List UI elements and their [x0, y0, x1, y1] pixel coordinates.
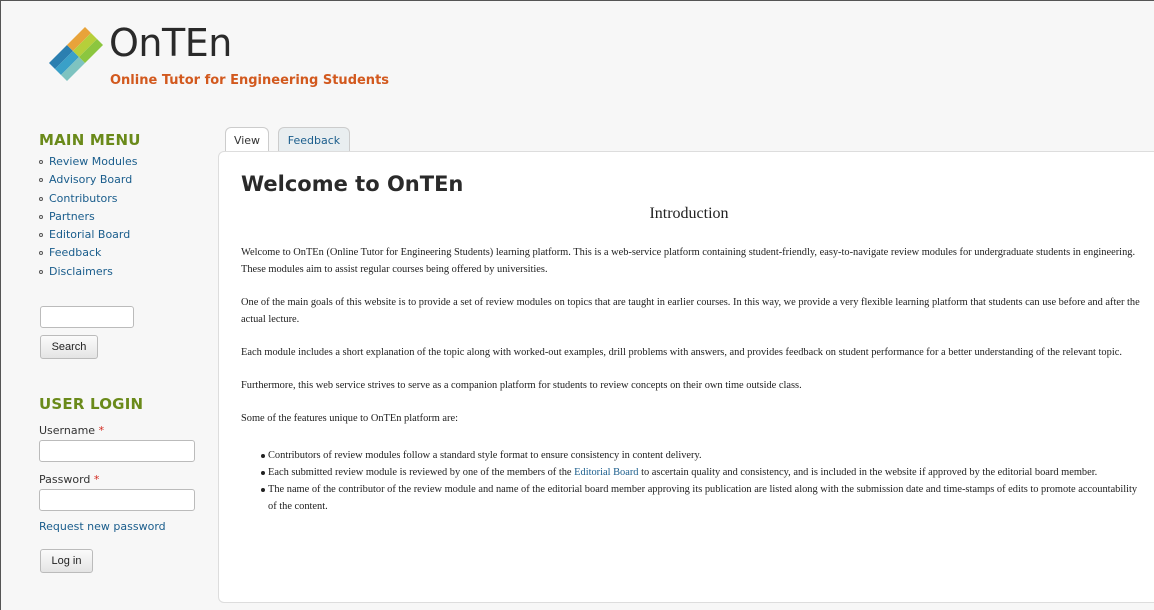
list-item: The name of the contributor of the revie… [261, 481, 1146, 515]
bullet-icon [39, 196, 43, 201]
tab-view[interactable]: View [225, 127, 269, 152]
feature-text: The name of the contributor of the revie… [268, 484, 1138, 512]
features-list: Contributors of review modules follow a … [241, 447, 1146, 515]
username-label-text: Username [39, 424, 96, 437]
password-field[interactable] [39, 489, 195, 511]
paragraph: Some of the features unique to OnTEn pla… [241, 413, 458, 424]
request-new-password-link[interactable]: Request new password [39, 520, 209, 533]
paragraph: Each module includes a short explanation… [241, 347, 1122, 358]
required-marker: * [98, 424, 105, 437]
paragraph: Furthermore, this web service strives to… [241, 380, 802, 391]
bullet-icon [261, 454, 265, 458]
menu-item-label[interactable]: Disclaimers [49, 265, 113, 278]
list-item: Contributors of review modules follow a … [261, 447, 1146, 464]
required-marker: * [93, 473, 100, 486]
content-body: Welcome to OnTEn (Online Tutor for Engin… [241, 244, 1146, 515]
password-label-text: Password [39, 473, 91, 486]
bullet-icon [39, 233, 43, 238]
menu-item-disclaimers[interactable]: Disclaimers [39, 263, 209, 281]
menu-item-contributors[interactable]: Contributors [39, 190, 209, 208]
main-menu-title: MAIN MENU [39, 131, 141, 149]
menu-item-label[interactable]: Feedback [49, 246, 101, 259]
user-login-title: USER LOGIN [39, 395, 144, 413]
search-input[interactable] [40, 306, 134, 328]
menu-item-label[interactable]: Review Modules [49, 155, 137, 168]
menu-item-label[interactable]: Contributors [49, 192, 118, 205]
bullet-icon [39, 269, 43, 274]
menu-item-partners[interactable]: Partners [39, 208, 209, 226]
site-logo-icon[interactable] [45, 27, 105, 85]
site-slogan: Online Tutor for Engineering Students [110, 73, 390, 88]
list-item: Each submitted review module is reviewed… [261, 464, 1146, 481]
main-content: Welcome to OnTEn Introduction Welcome to… [218, 151, 1154, 603]
username-field[interactable] [39, 440, 195, 462]
main-menu: MAIN MENU Review Modules Advisory Board … [39, 131, 209, 281]
feature-text: Contributors of review modules follow a … [268, 450, 702, 461]
bullet-icon [39, 160, 43, 164]
menu-item-label[interactable]: Partners [49, 210, 95, 223]
user-login-block: USER LOGIN Username * Password * Request… [39, 395, 209, 533]
editorial-board-link[interactable]: Editorial Board [574, 467, 638, 478]
menu-item-editorial-board[interactable]: Editorial Board [39, 226, 209, 244]
menu-item-review-modules[interactable]: Review Modules [39, 153, 209, 171]
search-button[interactable]: Search [40, 335, 98, 359]
menu-item-advisory-board[interactable]: Advisory Board [39, 171, 209, 189]
page-title: Welcome to OnTEn [241, 172, 464, 196]
feature-text: to ascertain quality and consistency, an… [638, 467, 1098, 478]
tab-feedback[interactable]: Feedback [278, 127, 350, 152]
password-label: Password * [39, 473, 209, 486]
log-in-button[interactable]: Log in [40, 549, 93, 573]
feature-text: Each submitted review module is reviewed… [268, 467, 575, 478]
bullet-icon [39, 251, 43, 256]
bullet-icon [39, 178, 43, 183]
intro-heading: Introduction [649, 205, 729, 222]
paragraph: One of the main goals of this website is… [241, 297, 1140, 325]
menu-item-label[interactable]: Editorial Board [49, 228, 130, 241]
paragraph: Welcome to OnTEn (Online Tutor for Engin… [241, 247, 1136, 275]
username-label: Username * [39, 424, 209, 437]
bullet-icon [261, 488, 265, 492]
bullet-icon [261, 471, 265, 475]
menu-item-feedback[interactable]: Feedback [39, 244, 209, 262]
bullet-icon [39, 214, 43, 219]
site-name[interactable]: OnTEn [109, 21, 232, 65]
menu-item-label[interactable]: Advisory Board [49, 173, 132, 186]
